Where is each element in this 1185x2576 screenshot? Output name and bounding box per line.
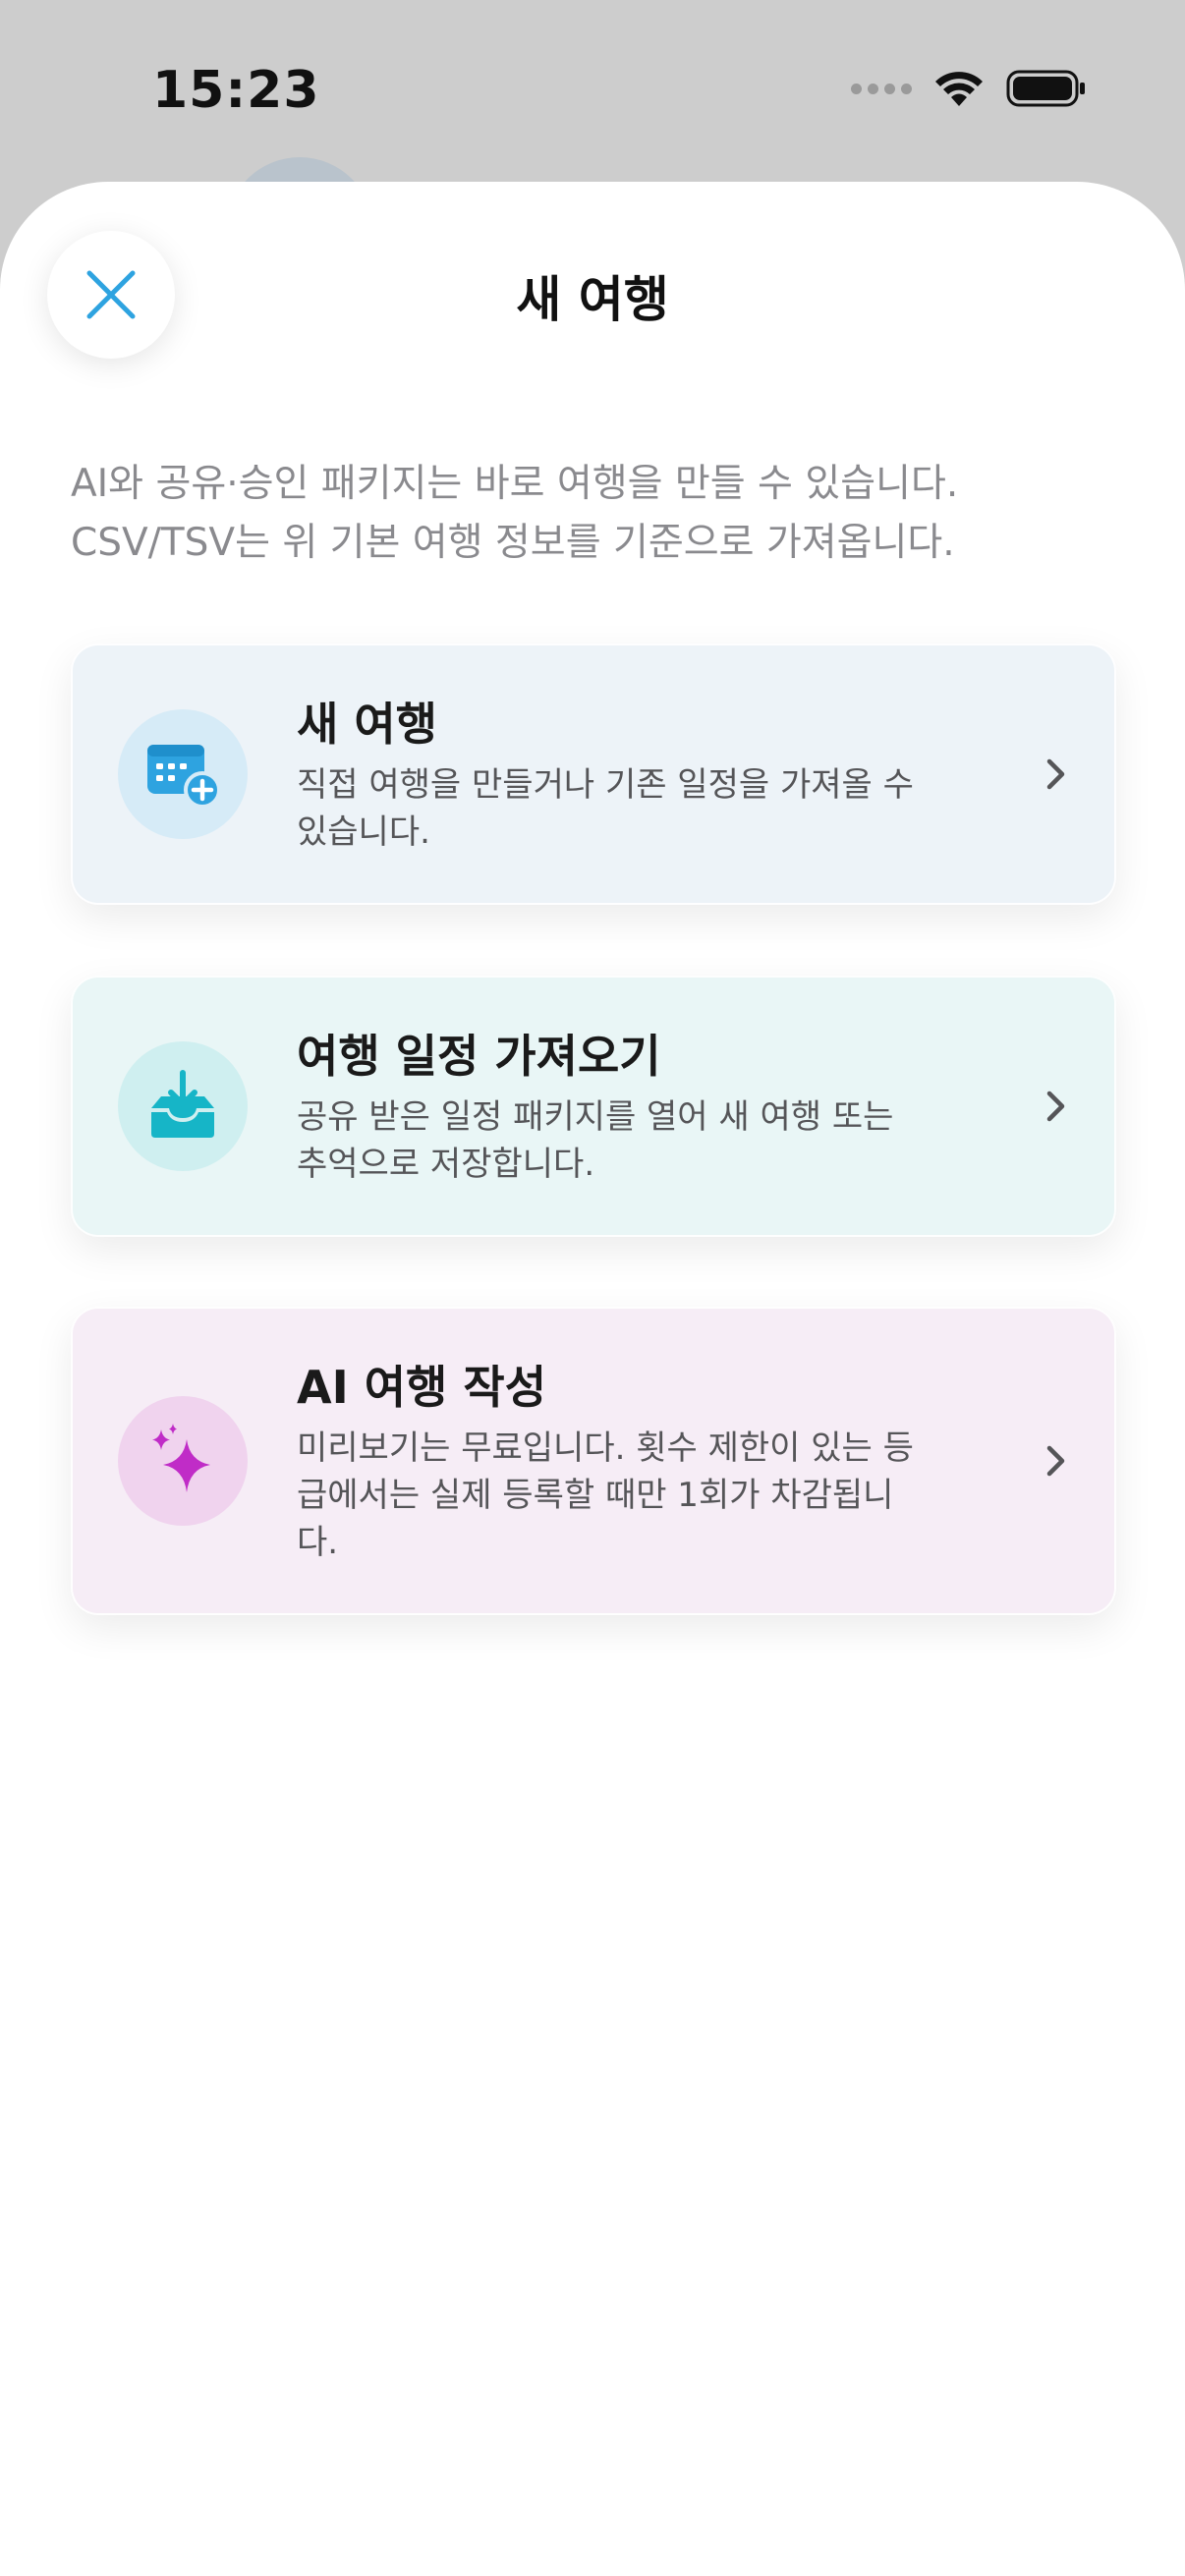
status-time: 15:23 [152,61,320,120]
option-icon-badge [118,709,248,839]
option-description: 공유 받은 일정 패키지를 열어 새 여행 또는 추억으로 저장합니다. [297,1097,894,1184]
option-new-trip[interactable]: 새 여행 직접 여행을 만들거나 기존 일정을 가져올 수 있습니다. [71,644,1116,905]
intro-line: AI와 공유·승인 패키지는 바로 여행을 만들 수 있습니다. [71,462,959,506]
option-description: 직접 여행을 만들거나 기존 일정을 가져올 수 있습니다. [297,765,914,852]
option-title: 여행 일정 가져오기 [297,1030,661,1083]
option-icon-badge [118,1396,248,1526]
sheet-title: 새 여행 [516,271,669,328]
cellular-signal-icon [851,83,912,94]
chevron-right-icon [1046,758,1065,790]
option-ai-trip[interactable]: AI 여행 작성 미리보기는 무료입니다. 횟수 제한이 있는 등급에서는 실제… [71,1307,1116,1615]
tray-download-icon [151,1070,214,1138]
wifi-icon [935,72,983,106]
chevron-right-icon [1046,1091,1065,1122]
option-description: 미리보기는 무료입니다. 횟수 제한이 있는 등급에서는 실제 등록할 때만 1… [297,1428,914,1562]
option-title: 새 여행 [297,698,437,751]
status-icons [851,69,1087,108]
new-trip-sheet: 새 여행 AI와 공유·승인 패키지는 바로 여행을 만들 수 있습니다. CS… [0,182,1185,2576]
chevron-right-icon [1046,1445,1065,1477]
option-title: AI 여행 작성 [297,1361,547,1414]
calendar-add-icon [147,745,221,809]
option-import-itinerary[interactable]: 여행 일정 가져오기 공유 받은 일정 패키지를 열어 새 여행 또는 추억으로… [71,976,1116,1237]
battery-icon [1006,70,1085,107]
sparkles-icon [152,1424,210,1492]
screen: 15:23 새 여행 AI와 공유·승인 패키지는 바로 여행을 만들 수 있습… [0,0,1185,2576]
option-icon-badge [118,1041,248,1171]
intro-text: AI와 공유·승인 패키지는 바로 여행을 만들 수 있습니다. CSV/TSV… [71,455,1132,573]
intro-line: CSV/TSV는 위 기본 여행 정보를 기준으로 가져옵니다. [71,521,955,565]
